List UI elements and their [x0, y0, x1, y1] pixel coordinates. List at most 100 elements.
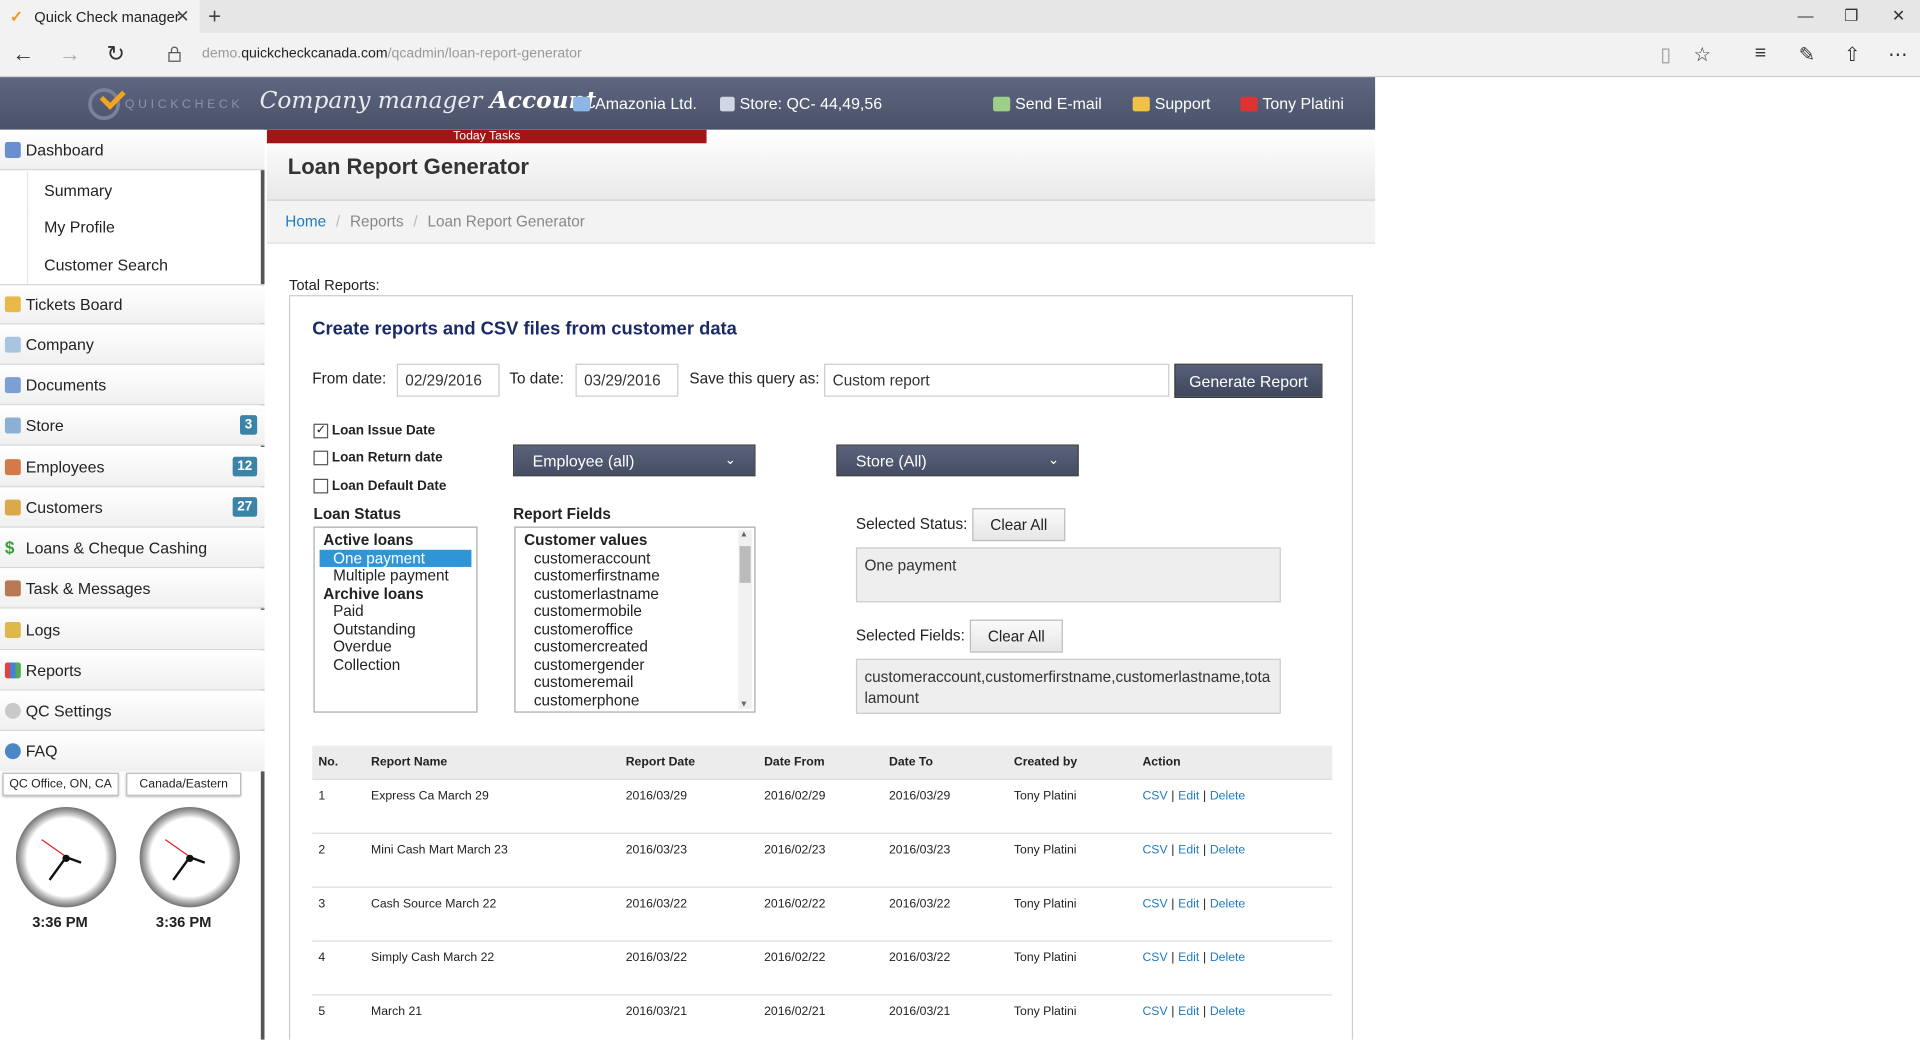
- favorite-star-icon[interactable]: ☆: [1693, 43, 1711, 67]
- new-tab-icon[interactable]: +: [208, 4, 221, 30]
- delete-link[interactable]: Delete: [1210, 951, 1245, 964]
- csv-link[interactable]: CSV: [1142, 1005, 1167, 1018]
- list-option[interactable]: customercreated: [516, 638, 755, 656]
- list-option[interactable]: Outstanding: [315, 620, 477, 638]
- from-date-label: From date:: [312, 369, 387, 387]
- table-cell-date: 2016/03/23: [619, 832, 758, 887]
- scroll-up-icon[interactable]: ▲: [740, 530, 748, 539]
- loan-default-date-checkbox[interactable]: Loan Default Date: [313, 478, 446, 494]
- csv-link[interactable]: CSV: [1142, 897, 1167, 910]
- list-option[interactable]: customeroffice: [516, 620, 755, 638]
- loan-status-listbox[interactable]: Active loans One payment Multiple paymen…: [313, 526, 478, 713]
- scroll-down-icon[interactable]: ▼: [740, 700, 748, 709]
- quickcheck-logo[interactable]: QUICKCHECK: [88, 88, 243, 121]
- sidebar-item-customer-search[interactable]: Customer Search: [26, 246, 265, 285]
- list-option[interactable]: Multiple payment: [315, 567, 477, 585]
- minimize-icon[interactable]: —: [1798, 6, 1814, 24]
- csv-link[interactable]: CSV: [1142, 951, 1167, 964]
- sidebar-item-company[interactable]: Company: [0, 324, 265, 365]
- info-icon: [4, 743, 21, 760]
- close-tab-icon[interactable]: ✕: [175, 6, 189, 27]
- timezone-button-eastern[interactable]: Canada/Eastern: [126, 772, 242, 796]
- list-option[interactable]: Paid: [315, 602, 477, 620]
- edit-link[interactable]: Edit: [1178, 843, 1199, 856]
- hub-icon[interactable]: ≡: [1755, 43, 1766, 65]
- web-note-icon[interactable]: ✎: [1799, 43, 1815, 67]
- sidebar-item-loans[interactable]: $ Loans & Cheque Cashing: [0, 527, 265, 569]
- clock-time: 3:36 PM: [155, 913, 212, 931]
- breadcrumb-reports[interactable]: Reports: [350, 213, 404, 230]
- selected-fields-box: customeraccount,customerfirstname,custom…: [855, 658, 1281, 714]
- sidebar-item-employees[interactable]: Employees 12: [0, 446, 265, 488]
- list-option[interactable]: Collection: [315, 656, 477, 674]
- today-tasks-tab[interactable]: Today Tasks: [266, 129, 707, 144]
- sidebar-item-store[interactable]: Store 3: [0, 405, 265, 446]
- list-option[interactable]: customermobile: [516, 602, 755, 620]
- list-option[interactable]: customeremail: [516, 673, 755, 691]
- loan-return-date-checkbox[interactable]: Loan Return date: [313, 450, 443, 466]
- url-text[interactable]: demo.quickcheckcanada.com/qcadmin/loan-r…: [202, 47, 582, 62]
- action-separator: |: [1171, 1004, 1175, 1019]
- refresh-icon[interactable]: ↻: [107, 42, 125, 68]
- breadcrumb-home[interactable]: Home: [285, 213, 326, 230]
- sidebar-item-qc-settings[interactable]: QC Settings: [0, 690, 265, 732]
- list-option[interactable]: customergender: [516, 656, 755, 674]
- sidebar-item-documents[interactable]: Documents: [0, 364, 265, 406]
- clear-status-button[interactable]: Clear All: [972, 508, 1066, 542]
- sidebar-item-dashboard[interactable]: Dashboard: [0, 129, 265, 171]
- close-window-icon[interactable]: ✕: [1892, 6, 1905, 26]
- checkbox-checked-icon[interactable]: ✓: [313, 423, 329, 439]
- report-fields-listbox[interactable]: Customer values customeraccount customer…: [514, 526, 756, 713]
- delete-link[interactable]: Delete: [1210, 789, 1245, 802]
- csv-link[interactable]: CSV: [1142, 789, 1167, 802]
- sidebar-item-summary[interactable]: Summary: [26, 171, 265, 210]
- edit-link[interactable]: Edit: [1178, 1005, 1199, 1018]
- sidebar-item-tickets[interactable]: Tickets Board: [0, 284, 265, 325]
- generate-report-button[interactable]: Generate Report: [1174, 363, 1323, 398]
- browser-tab[interactable]: ✓ Quick Check manager ✕: [0, 0, 200, 34]
- forward-icon[interactable]: →: [59, 42, 81, 68]
- back-icon[interactable]: ←: [12, 42, 34, 68]
- send-email-link[interactable]: Send E-mail: [993, 94, 1102, 113]
- store-selector[interactable]: Store: QC- 44,49,56: [720, 94, 882, 113]
- company-selector[interactable]: Amazonia Ltd.: [573, 94, 697, 113]
- share-icon[interactable]: ⇧: [1844, 43, 1860, 67]
- employee-dropdown[interactable]: Employee (all) ⌄: [513, 444, 756, 477]
- restore-icon[interactable]: ❐: [1844, 6, 1858, 26]
- user-menu[interactable]: Tony Platini: [1240, 94, 1344, 113]
- clear-fields-button[interactable]: Clear All: [969, 619, 1063, 653]
- sidebar-item-customers[interactable]: Customers 27: [0, 487, 265, 528]
- to-date-input[interactable]: [575, 363, 679, 397]
- sidebar-item-tasks[interactable]: Task & Messages: [0, 568, 265, 609]
- loan-issue-date-checkbox[interactable]: ✓ Loan Issue Date: [313, 423, 435, 439]
- from-date-input[interactable]: [396, 363, 500, 397]
- sidebar-item-faq[interactable]: FAQ: [0, 731, 265, 772]
- table-row: 4 Simply Cash March 22 2016/03/22 2016/02/2…: [312, 939, 1333, 995]
- edit-link[interactable]: Edit: [1178, 897, 1199, 910]
- table-row: 2 Mini Cash Mart March 23 2016/03/23 2016/0…: [312, 832, 1333, 887]
- list-option[interactable]: customerlastname: [516, 585, 755, 603]
- more-icon[interactable]: ⋯: [1888, 43, 1908, 67]
- edit-link[interactable]: Edit: [1178, 789, 1199, 802]
- store-dropdown[interactable]: Store (All) ⌄: [836, 444, 1079, 477]
- list-option[interactable]: customeraccount: [516, 549, 755, 567]
- support-link[interactable]: Support: [1132, 94, 1210, 113]
- edit-link[interactable]: Edit: [1178, 951, 1199, 964]
- sidebar-item-my-profile[interactable]: My Profile: [26, 208, 265, 247]
- list-option[interactable]: customerfirstname: [516, 567, 755, 585]
- reading-view-icon[interactable]: ▯: [1660, 43, 1671, 67]
- query-name-input[interactable]: [824, 363, 1170, 397]
- delete-link[interactable]: Delete: [1210, 843, 1245, 856]
- list-option-selected[interactable]: One payment: [319, 549, 472, 567]
- delete-link[interactable]: Delete: [1210, 1005, 1245, 1018]
- sidebar-item-reports[interactable]: Reports: [0, 650, 265, 691]
- delete-link[interactable]: Delete: [1210, 897, 1245, 910]
- csv-link[interactable]: CSV: [1142, 843, 1167, 856]
- list-option[interactable]: Overdue: [315, 638, 477, 656]
- timezone-button-office[interactable]: QC Office, ON, CA: [2, 772, 119, 796]
- table-cell-by: Tony Platini: [1007, 832, 1137, 887]
- table-cell-from: 2016/02/29: [757, 778, 883, 833]
- list-option[interactable]: customerphone: [516, 691, 755, 709]
- listbox-scrollbar[interactable]: ▲ ▼: [738, 530, 752, 709]
- sidebar-item-logs[interactable]: Logs: [0, 609, 265, 651]
